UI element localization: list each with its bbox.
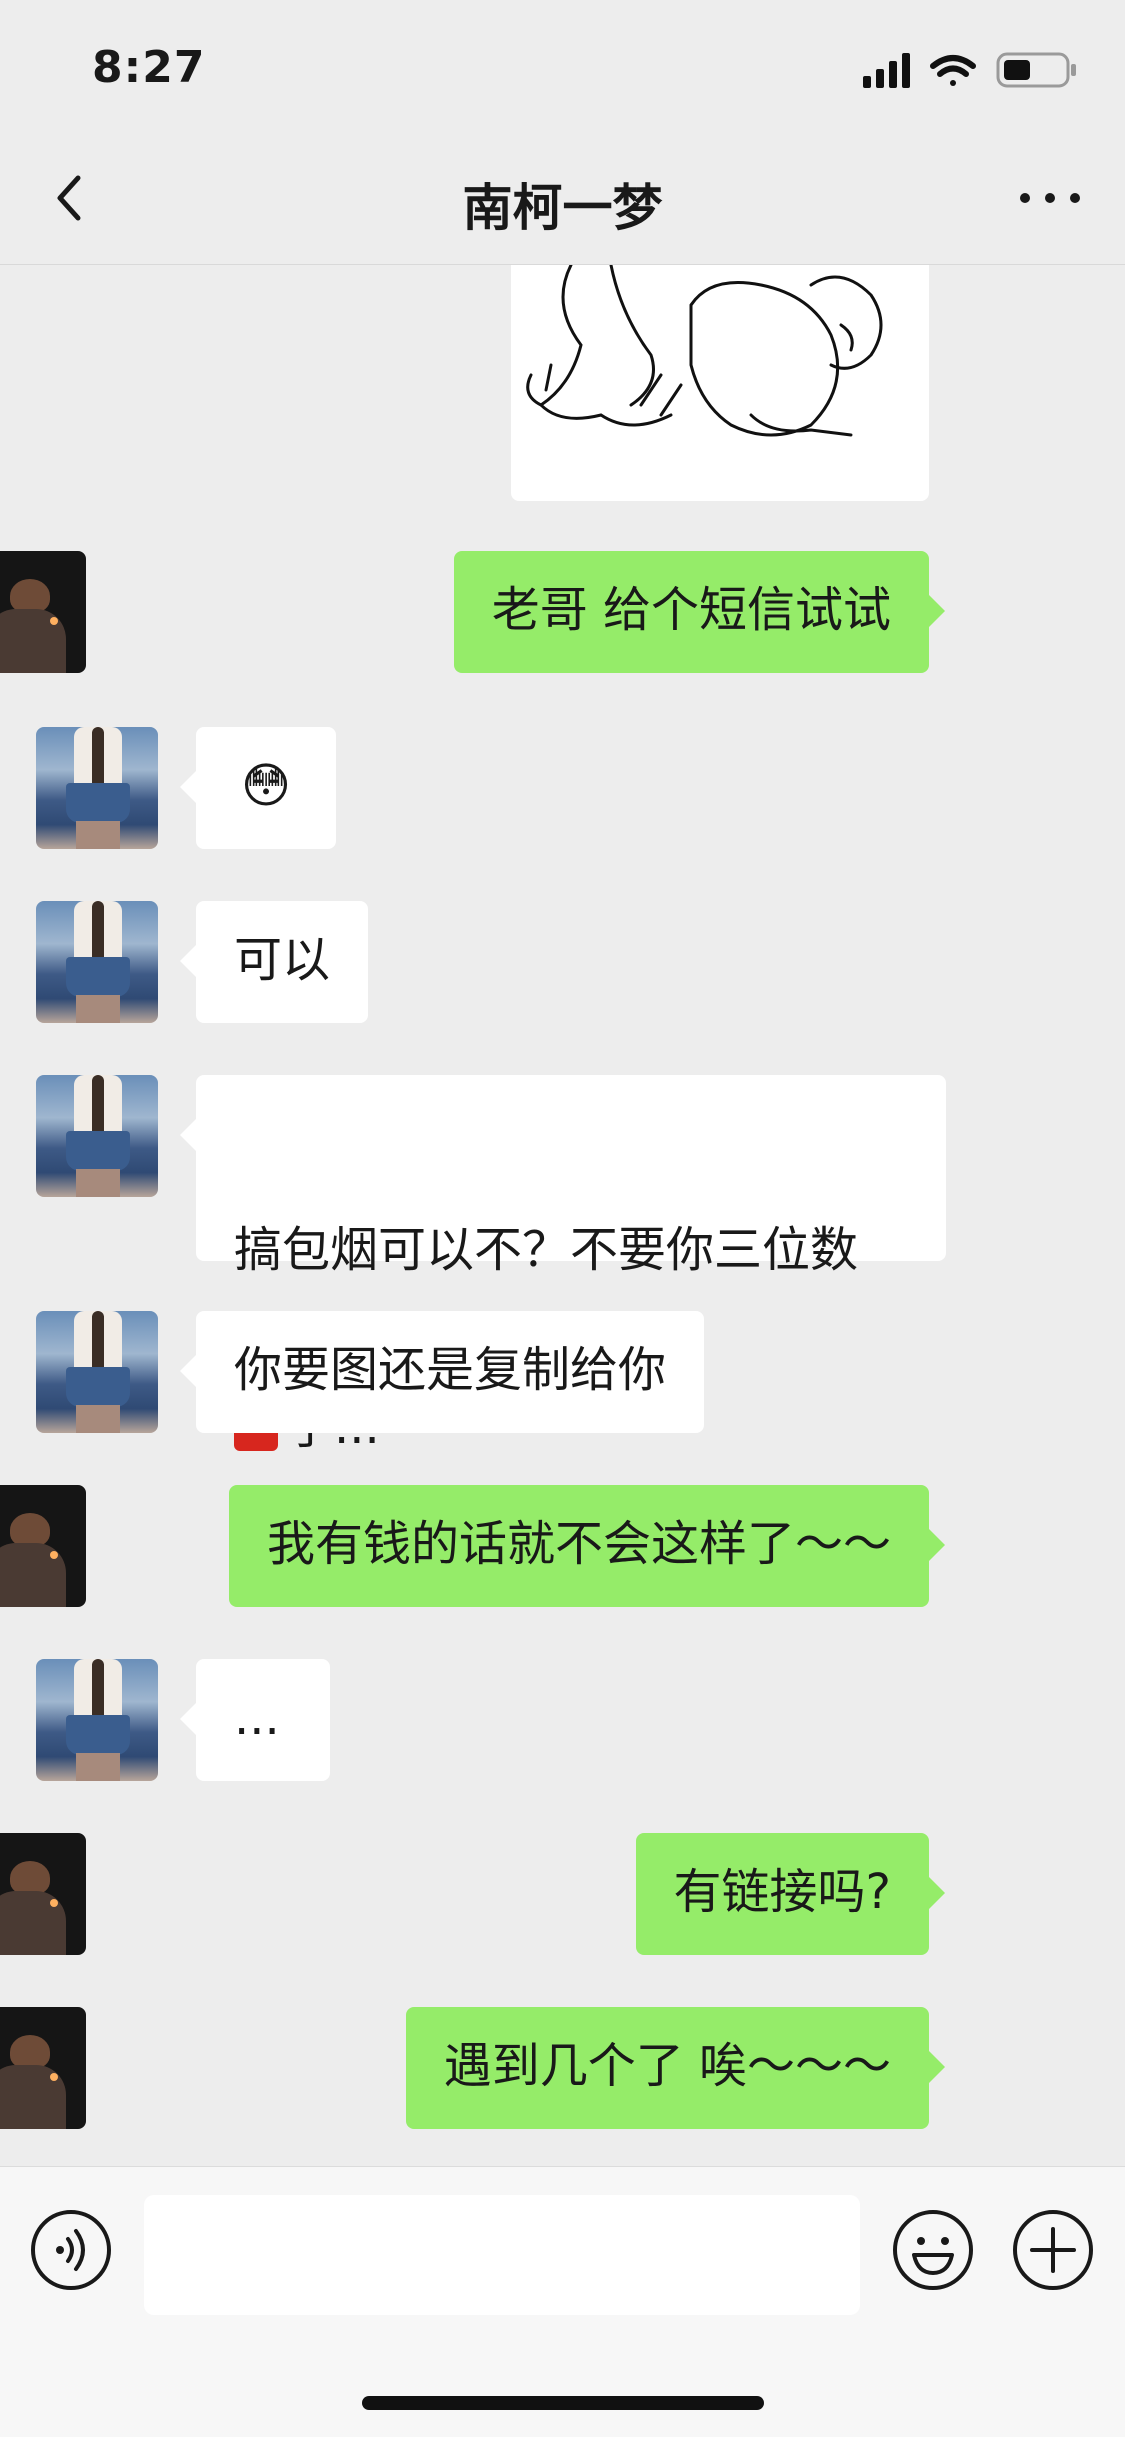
chat-title: 南柯一梦	[462, 179, 663, 237]
message-bubble[interactable]: 有链接吗?	[635, 1833, 946, 1955]
message-list[interactable]: 老哥 给个短信试试 😳 可以 搞包烟可以不？不要你三位数 了... 你要图还是复…	[0, 265, 1125, 2165]
message-bubble[interactable]: 我有钱的话就不会这样了～～	[228, 1485, 946, 1607]
message-row: 有链接吗?	[0, 1833, 1125, 1955]
avatar-contact[interactable]	[36, 1311, 158, 1433]
smiley-icon[interactable]	[892, 2209, 974, 2291]
avatar-contact[interactable]	[36, 727, 158, 849]
status-time: 8:27	[92, 42, 206, 93]
message-row: 你要图还是复制给你	[0, 1311, 1125, 1433]
voice-icon[interactable]	[30, 2209, 112, 2291]
message-row: 老哥 给个短信试试	[0, 551, 1125, 673]
avatar-self[interactable]	[0, 2007, 86, 2129]
sketch-image	[526, 265, 883, 437]
avatar-self[interactable]	[0, 1485, 86, 1607]
wifi-icon	[930, 55, 976, 86]
message-input[interactable]	[144, 2195, 860, 2315]
emoji-message[interactable]: 😳	[180, 727, 336, 849]
avatar-self[interactable]	[0, 551, 86, 673]
message-bubble[interactable]: 搞包烟可以不？不要你三位数 了...	[180, 1075, 946, 1455]
message-line: 搞包烟可以不？不要你三位数	[234, 1222, 859, 1278]
status-icons	[863, 52, 1076, 88]
avatar-self[interactable]	[0, 1833, 86, 1955]
avatar-contact[interactable]	[36, 1659, 158, 1781]
signal-icon	[863, 53, 910, 88]
top-bar: 8:27 南柯一梦	[0, 0, 1125, 265]
message-row: 遇到几个了 唉～～～	[0, 2007, 1125, 2129]
message-bubble[interactable]: ...	[180, 1659, 330, 1781]
message-bubble[interactable]: 遇到几个了 唉～～～	[405, 2007, 946, 2129]
message-row: 搞包烟可以不？不要你三位数 了...	[0, 1075, 1125, 1455]
message-row: 我有钱的话就不会这样了～～	[0, 1485, 1125, 1607]
message-row: ...	[0, 1659, 1125, 1781]
message-row: 可以	[0, 901, 1125, 1023]
home-indicator[interactable]	[362, 2396, 764, 2410]
avatar-contact[interactable]	[36, 1075, 158, 1197]
avatar-contact[interactable]	[36, 901, 158, 1023]
message-row	[0, 265, 1125, 501]
image-message[interactable]	[511, 265, 929, 501]
message-bubble[interactable]: 可以	[179, 901, 369, 1023]
more-dots-icon[interactable]	[1015, 178, 1085, 218]
message-row: 😳	[0, 727, 1125, 849]
message-bubble[interactable]: 老哥 给个短信试试	[453, 551, 946, 673]
plus-icon[interactable]	[1012, 2209, 1094, 2291]
message-bubble[interactable]: 你要图还是复制给你	[179, 1311, 705, 1433]
battery-icon	[996, 52, 1076, 88]
